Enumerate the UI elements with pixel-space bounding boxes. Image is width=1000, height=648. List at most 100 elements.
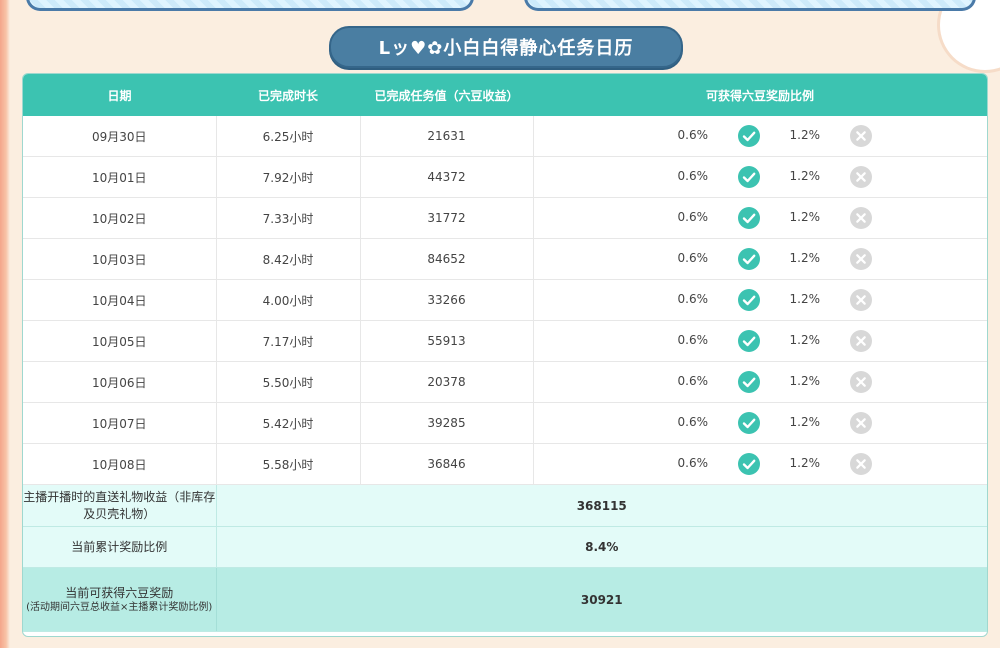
row-duration: 5.50小时 [215, 361, 360, 403]
row-ratio: 0.6% 1.2% [532, 279, 987, 321]
top-card-right [524, 0, 976, 11]
col-header-ratio: 可获得六豆奖励比例 [533, 74, 987, 116]
row-ratio: 0.6% 1.2% [532, 156, 987, 198]
summary-reward-row: 当前可获得六豆奖励 (活动期间六豆总收益×主播累计奖励比例) 30921 [23, 567, 987, 632]
row-duration: 5.42小时 [215, 402, 360, 444]
row-ratio-high: 1.2% [789, 456, 821, 470]
row-date: 10月05日 [23, 320, 216, 362]
check-circle-icon [737, 166, 760, 191]
row-task-value: 31772 [359, 197, 533, 239]
row-date: 10月02日 [23, 197, 216, 239]
table-row: 10月05日 7.17小时 55913 0.6% 1.2% [23, 320, 987, 362]
top-card-left [26, 0, 474, 11]
row-date: 10月08日 [23, 443, 216, 485]
table-row: 10月07日 5.42小时 39285 0.6% 1.2% [23, 402, 987, 444]
table-row: 10月06日 5.50小时 20378 0.6% 1.2% [23, 361, 987, 403]
row-ratio-low: 0.6% [677, 456, 709, 470]
row-duration: 7.33小时 [215, 197, 360, 239]
x-circle-icon [849, 412, 872, 437]
row-ratio-low: 0.6% [677, 169, 709, 183]
row-date: 10月01日 [23, 156, 216, 198]
row-task-value: 39285 [359, 402, 533, 444]
row-date: 10月03日 [23, 238, 216, 280]
x-circle-icon [849, 453, 872, 478]
summary-reward-label: 当前可获得六豆奖励 [65, 586, 174, 600]
left-decor-stripe [0, 0, 10, 648]
x-circle-icon [849, 248, 872, 273]
x-circle-icon [849, 207, 872, 232]
summary-gift-row: 主播开播时的直送礼物收益（非库存及贝壳礼物） 368115 [23, 484, 987, 527]
row-ratio-low: 0.6% [677, 210, 709, 224]
page-title: Lッ♥✿小白白得静心任务日历 [329, 26, 683, 68]
row-ratio: 0.6% 1.2% [532, 402, 987, 444]
row-ratio: 0.6% 1.2% [532, 361, 987, 403]
row-ratio-low: 0.6% [677, 333, 709, 347]
col-header-duration: 已完成时长 [216, 74, 360, 116]
row-duration: 7.92小时 [215, 156, 360, 198]
row-task-value: 55913 [359, 320, 533, 362]
x-circle-icon [849, 371, 872, 396]
summary-ratio-value: 8.4% [216, 526, 987, 568]
row-ratio-high: 1.2% [789, 374, 821, 388]
check-circle-icon [737, 207, 760, 232]
row-task-value: 36846 [359, 443, 533, 485]
row-task-value: 84652 [359, 238, 533, 280]
row-date: 09月30日 [23, 116, 216, 157]
row-ratio: 0.6% 1.2% [532, 320, 987, 362]
check-circle-icon [737, 289, 760, 314]
check-circle-icon [737, 248, 760, 273]
task-calendar-table: 日期 已完成时长 已完成任务值（六豆收益） 可获得六豆奖励比例 09月30日 6.… [22, 73, 988, 637]
table-row: 10月08日 5.58小时 36846 0.6% 1.2% [23, 443, 987, 485]
summary-gift-label: 主播开播时的直送礼物收益（非库存及贝壳礼物） [23, 484, 217, 527]
row-ratio: 0.6% 1.2% [532, 197, 987, 239]
row-date: 10月06日 [23, 361, 216, 403]
row-ratio: 0.6% 1.2% [532, 116, 987, 157]
col-header-value: 已完成任务值（六豆收益） [360, 74, 533, 116]
x-circle-icon [849, 289, 872, 314]
row-date: 10月07日 [23, 402, 216, 444]
row-duration: 7.17小时 [215, 320, 360, 362]
row-ratio-high: 1.2% [789, 333, 821, 347]
row-duration: 4.00小时 [215, 279, 360, 321]
x-circle-icon [849, 166, 872, 191]
summary-gift-value: 368115 [216, 484, 987, 527]
summary-reward-label-cell: 当前可获得六豆奖励 (活动期间六豆总收益×主播累计奖励比例) [23, 567, 217, 632]
row-task-value: 20378 [359, 361, 533, 403]
check-circle-icon [737, 453, 760, 478]
row-ratio-high: 1.2% [789, 292, 821, 306]
table-row: 10月03日 8.42小时 84652 0.6% 1.2% [23, 238, 987, 280]
summary-ratio-label: 当前累计奖励比例 [23, 526, 217, 568]
col-header-date: 日期 [23, 74, 216, 116]
row-ratio: 0.6% 1.2% [532, 443, 987, 485]
row-ratio-high: 1.2% [789, 128, 821, 142]
row-duration: 5.58小时 [215, 443, 360, 485]
row-duration: 8.42小时 [215, 238, 360, 280]
check-circle-icon [737, 125, 760, 150]
table-header-row: 日期 已完成时长 已完成任务值（六豆收益） 可获得六豆奖励比例 [23, 74, 987, 116]
x-circle-icon [849, 330, 872, 355]
row-date: 10月04日 [23, 279, 216, 321]
row-ratio-low: 0.6% [677, 415, 709, 429]
table-row: 10月01日 7.92小时 44372 0.6% 1.2% [23, 156, 987, 198]
row-ratio-low: 0.6% [677, 292, 709, 306]
row-ratio-low: 0.6% [677, 251, 709, 265]
row-ratio-high: 1.2% [789, 210, 821, 224]
summary-reward-value: 30921 [216, 567, 987, 632]
table-row: 09月30日 6.25小时 21631 0.6% 1.2% [23, 116, 987, 157]
row-ratio-low: 0.6% [677, 374, 709, 388]
summary-reward-sublabel: (活动期间六豆总收益×主播累计奖励比例) [26, 602, 213, 613]
row-duration: 6.25小时 [215, 116, 360, 157]
row-task-value: 44372 [359, 156, 533, 198]
row-ratio-low: 0.6% [677, 128, 709, 142]
check-circle-icon [737, 330, 760, 355]
table-row: 10月02日 7.33小时 31772 0.6% 1.2% [23, 197, 987, 239]
check-circle-icon [737, 412, 760, 437]
table-row: 10月04日 4.00小时 33266 0.6% 1.2% [23, 279, 987, 321]
row-ratio-high: 1.2% [789, 251, 821, 265]
row-ratio-high: 1.2% [789, 169, 821, 183]
row-task-value: 21631 [359, 116, 533, 157]
row-task-value: 33266 [359, 279, 533, 321]
summary-ratio-row: 当前累计奖励比例 8.4% [23, 526, 987, 568]
check-circle-icon [737, 371, 760, 396]
x-circle-icon [849, 125, 872, 150]
